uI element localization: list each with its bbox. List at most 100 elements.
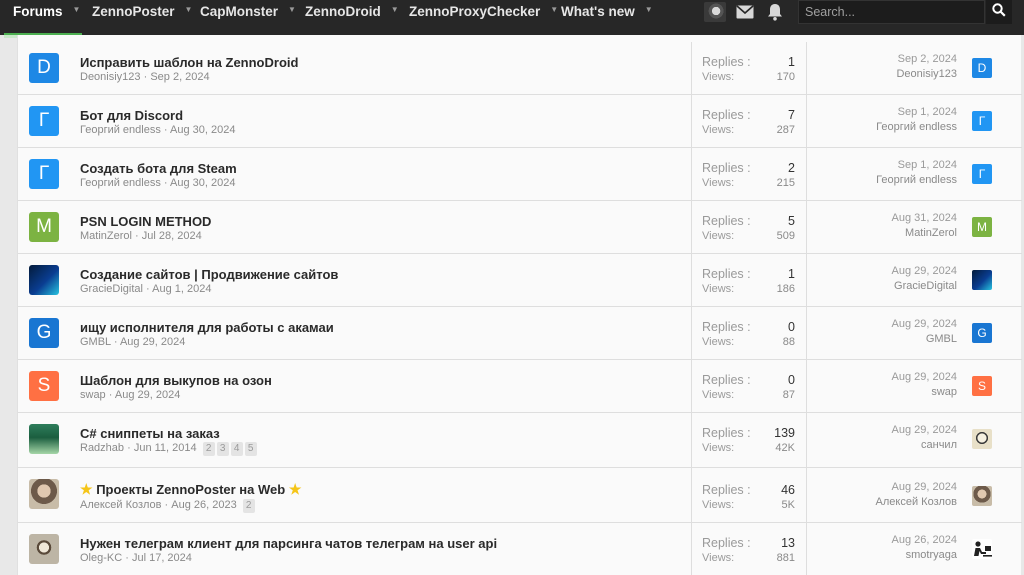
last-poster-avatar[interactable]: [972, 486, 992, 506]
thread-title[interactable]: PSN LOGIN METHOD: [80, 214, 211, 229]
avatar[interactable]: G: [29, 318, 59, 348]
last-post-user[interactable]: swap: [818, 386, 957, 398]
thread-author[interactable]: MatinZerol: [80, 230, 132, 242]
thread-date[interactable]: Jun 11, 2014: [134, 442, 197, 454]
last-post-date[interactable]: Aug 31, 2024: [818, 212, 957, 224]
last-post-date[interactable]: Aug 29, 2024: [818, 318, 957, 330]
thread-author[interactable]: Oleg-KC: [80, 552, 122, 564]
avatar[interactable]: [29, 534, 59, 564]
thread-author[interactable]: swap: [80, 389, 106, 401]
page-link[interactable]: 2: [242, 499, 255, 513]
search-input[interactable]: [798, 0, 985, 24]
views-label: Views:: [702, 283, 735, 295]
thread-date[interactable]: Aug 30, 2024: [170, 177, 235, 189]
avatar[interactable]: Г: [29, 106, 59, 136]
last-post-user[interactable]: санчил: [818, 439, 957, 451]
column-divider: [806, 523, 807, 575]
nav-whats-new[interactable]: What's new ▼: [561, 0, 653, 35]
nav-forums[interactable]: Forums ▼: [13, 0, 80, 35]
thread-date[interactable]: Sep 2, 2024: [150, 71, 209, 83]
last-post-user[interactable]: Алексей Козлов: [818, 496, 957, 508]
views-count: 88: [782, 336, 795, 348]
last-post-user[interactable]: GracieDigital: [818, 280, 957, 292]
avatar[interactable]: D: [29, 53, 59, 83]
last-post-date[interactable]: Sep 2, 2024: [818, 53, 957, 65]
table-row: Создание сайтов | Продвижение сайтов Gra…: [18, 254, 1022, 307]
avatar[interactable]: [29, 479, 59, 509]
avatar[interactable]: [29, 265, 59, 295]
nav-zennoposter[interactable]: ZennoPoster ▼: [92, 0, 192, 35]
last-poster-avatar[interactable]: S: [972, 376, 992, 396]
last-poster-avatar[interactable]: Г: [972, 164, 992, 184]
page-link[interactable]: 3: [216, 442, 229, 456]
thread-date[interactable]: Aug 1, 2024: [152, 283, 211, 295]
thread-author[interactable]: Георгий endless: [80, 177, 161, 189]
avatar[interactable]: M: [29, 212, 59, 242]
thread-date[interactable]: Jul 17, 2024: [132, 552, 192, 564]
page-link[interactable]: 2: [202, 442, 215, 456]
person-at-computer-icon: [974, 541, 992, 557]
chevron-down-icon[interactable]: ▼: [550, 0, 558, 22]
last-poster-avatar[interactable]: D: [972, 58, 992, 78]
last-poster-avatar[interactable]: [972, 429, 992, 449]
avatar[interactable]: S: [29, 371, 59, 401]
thread-author[interactable]: Radzhab: [80, 442, 124, 454]
nav-zennodroid[interactable]: ZennoDroid ▼: [305, 0, 399, 35]
last-post-date[interactable]: Aug 29, 2024: [818, 265, 957, 277]
last-post-user[interactable]: Георгий endless: [818, 174, 957, 186]
last-post-user[interactable]: Георгий endless: [818, 121, 957, 133]
nav-zennoproxychecker[interactable]: ZennoProxyChecker ▼: [409, 0, 558, 35]
bell-icon[interactable]: [765, 0, 785, 24]
thread-title[interactable]: Бот для Discord: [80, 108, 183, 123]
last-poster-avatar[interactable]: M: [972, 217, 992, 237]
last-post-date[interactable]: Aug 26, 2024: [818, 534, 957, 546]
page-link[interactable]: 4: [230, 442, 243, 456]
thread-date[interactable]: Jul 28, 2024: [142, 230, 202, 242]
avatar[interactable]: Г: [29, 159, 59, 189]
thread-date[interactable]: Aug 30, 2024: [170, 124, 235, 136]
chevron-down-icon[interactable]: ▼: [288, 0, 296, 22]
replies-count: 1: [788, 267, 795, 281]
thread-title[interactable]: C# сниппеты на заказ: [80, 426, 220, 441]
thread-author[interactable]: GracieDigital: [80, 283, 143, 295]
thread-title[interactable]: Создать бота для Steam: [80, 161, 237, 176]
thread-date[interactable]: Aug 29, 2024: [115, 389, 180, 401]
last-post-user[interactable]: MatinZerol: [818, 227, 957, 239]
thread-title[interactable]: ★ Проекты ZennoPoster на Web ★: [80, 481, 301, 498]
last-poster-avatar[interactable]: [972, 539, 992, 559]
thread-author[interactable]: Георгий endless: [80, 124, 161, 136]
chevron-down-icon[interactable]: ▼: [391, 0, 399, 22]
thread-title[interactable]: ищу исполнителя для работы с акамаи: [80, 320, 334, 335]
last-poster-avatar[interactable]: Г: [972, 111, 992, 131]
user-avatar[interactable]: [704, 2, 726, 22]
thread-title[interactable]: Создание сайтов | Продвижение сайтов: [80, 267, 338, 282]
last-poster-avatar[interactable]: G: [972, 323, 992, 343]
thread-author[interactable]: Deonisiy123: [80, 71, 141, 83]
thread-date[interactable]: Aug 26, 2023: [171, 499, 236, 511]
thread-title[interactable]: Шаблон для выкупов на озон: [80, 373, 272, 388]
avatar[interactable]: [29, 424, 59, 454]
chevron-down-icon[interactable]: ▼: [645, 0, 653, 22]
thread-date[interactable]: Aug 29, 2024: [120, 336, 185, 348]
last-post-date[interactable]: Sep 1, 2024: [818, 106, 957, 118]
chevron-down-icon[interactable]: ▼: [73, 0, 81, 22]
thread-title[interactable]: Исправить шаблон на ZennoDroid: [80, 55, 298, 70]
last-post-user[interactable]: Deonisiy123: [818, 68, 957, 80]
last-poster-avatar[interactable]: [972, 270, 992, 290]
envelope-icon[interactable]: [735, 0, 755, 24]
chevron-down-icon[interactable]: ▼: [185, 0, 193, 22]
thread-author[interactable]: Алексей Козлов: [80, 499, 161, 511]
thread-title[interactable]: Нужен телеграм клиент для парсинга чатов…: [80, 536, 497, 551]
column-divider: [691, 468, 692, 522]
last-post-date[interactable]: Aug 29, 2024: [818, 481, 957, 493]
last-post-user[interactable]: GMBL: [818, 333, 957, 345]
replies-count: 5: [788, 214, 795, 228]
last-post-date[interactable]: Sep 1, 2024: [818, 159, 957, 171]
page-link[interactable]: 5: [244, 442, 257, 456]
last-post-user[interactable]: smotryaga: [818, 549, 957, 561]
search-button[interactable]: [986, 0, 1012, 24]
last-post-date[interactable]: Aug 29, 2024: [818, 371, 957, 383]
nav-capmonster[interactable]: CapMonster ▼: [200, 0, 296, 35]
last-post-date[interactable]: Aug 29, 2024: [818, 424, 957, 436]
thread-author[interactable]: GMBL: [80, 336, 111, 348]
